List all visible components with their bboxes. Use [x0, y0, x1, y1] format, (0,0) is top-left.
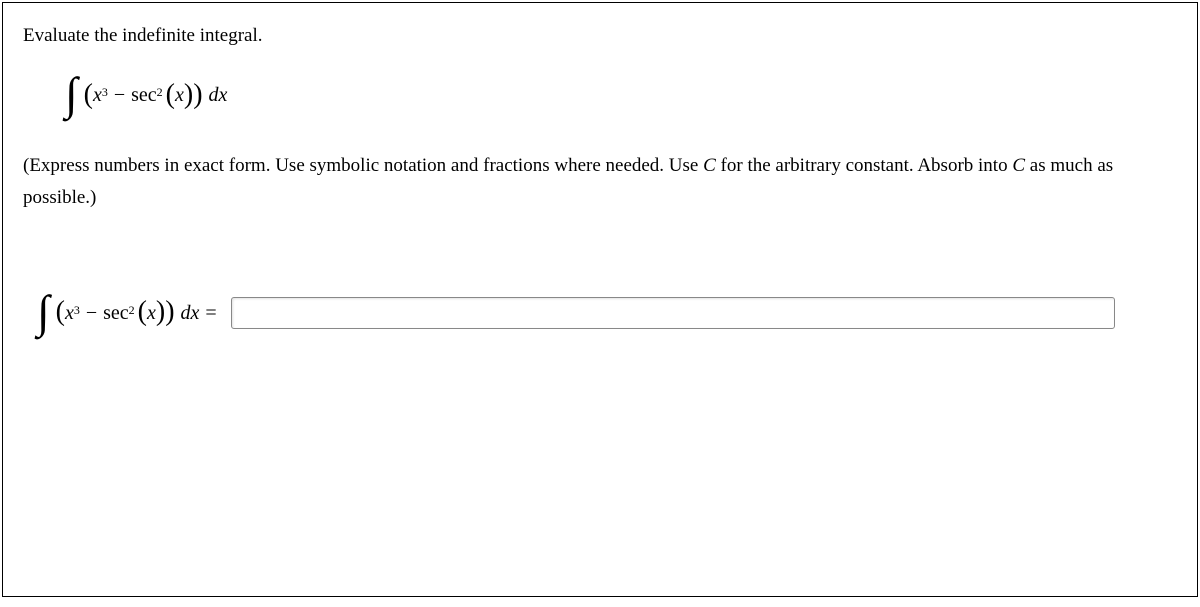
integral-symbol: ∫	[65, 67, 78, 120]
differential-x: x	[219, 84, 228, 107]
sec-function-lhs: sec	[103, 302, 129, 325]
var-x-inner-lhs: x	[147, 302, 156, 325]
answer-row: ∫ ( x3 − sec2 (x) ) dx =	[23, 287, 1177, 340]
constant-c-1: C	[703, 155, 716, 176]
answer-input[interactable]	[231, 297, 1115, 329]
equals-sign: =	[205, 302, 216, 325]
answer-lhs-expression: ∫ ( x3 − sec2 (x) ) dx =	[37, 287, 223, 340]
question-prompt: Evaluate the indefinite integral.	[23, 25, 1177, 47]
right-paren: )	[193, 79, 202, 111]
exponent-2-lhs: 2	[129, 303, 135, 318]
exponent-2: 2	[157, 85, 163, 100]
instruction-text-2: for the arbitrary constant. Absorb into	[716, 155, 1013, 176]
instruction-text-1: (Express numbers in exact form. Use symb…	[23, 155, 703, 176]
right-paren-lhs: )	[165, 296, 174, 328]
sec-function: sec	[131, 84, 157, 107]
minus-sign-lhs: −	[86, 302, 97, 325]
left-paren-lhs: (	[56, 296, 65, 328]
inner-right-paren: )	[184, 79, 193, 111]
differential-x-lhs: x	[191, 302, 200, 325]
minus-sign: −	[114, 84, 125, 107]
differential-d-lhs: d	[181, 302, 191, 325]
left-paren: (	[84, 79, 93, 111]
question-instructions: (Express numbers in exact form. Use symb…	[23, 150, 1177, 215]
differential-d: d	[209, 84, 219, 107]
math-expression: ∫ ( x3 − sec2 (x) ) dx	[65, 69, 227, 122]
inner-left-paren-lhs: (	[138, 296, 147, 328]
inner-left-paren: (	[166, 79, 175, 111]
integral-expression-display: ∫ ( x3 − sec2 (x) ) dx	[65, 69, 1177, 122]
question-container: Evaluate the indefinite integral. ∫ ( x3…	[2, 2, 1198, 597]
var-x-inner: x	[175, 84, 184, 107]
exponent-3-lhs: 3	[74, 303, 80, 318]
integral-symbol-lhs: ∫	[37, 285, 50, 338]
var-x-lhs: x	[65, 302, 74, 325]
math-expression-lhs: ∫ ( x3 − sec2 (x) ) dx =	[37, 287, 223, 340]
exponent-3: 3	[102, 85, 108, 100]
var-x: x	[93, 84, 102, 107]
inner-right-paren-lhs: )	[156, 296, 165, 328]
constant-c-2: C	[1012, 155, 1025, 176]
